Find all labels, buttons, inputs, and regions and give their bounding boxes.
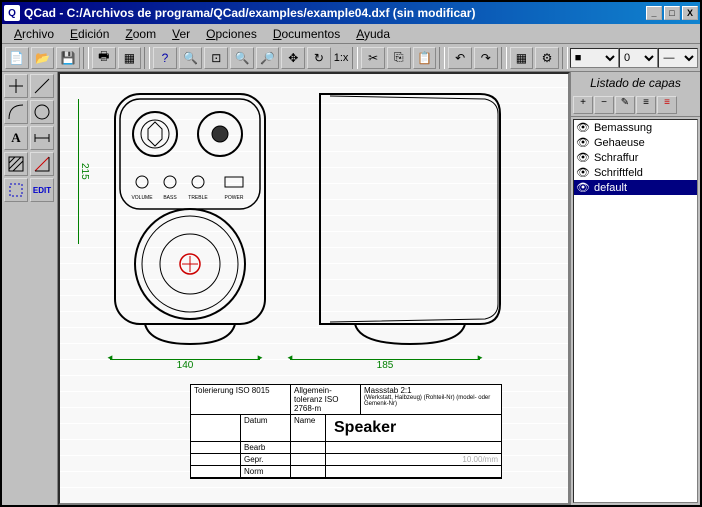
measure-tool[interactable] (30, 152, 54, 176)
open-file-button[interactable]: 📂 (31, 47, 55, 69)
titlebar[interactable]: Q QCad - C:/Archivos de programa/QCad/ex… (2, 2, 700, 24)
drawing-canvas[interactable]: VOLUME BASS TREBLE POWER (58, 72, 570, 505)
menu-ver[interactable]: Ver (164, 25, 198, 43)
copy-button[interactable]: ⎘ (387, 47, 411, 69)
layers-toolbar: + − ✎ ≡ ≡ (571, 94, 700, 117)
layers-panel: Listado de capas + − ✎ ≡ ≡ 👁 Bemassung 👁 Ge… (570, 72, 700, 505)
layer-name: Gehaeuse (594, 137, 645, 149)
layers-panel-title: Listado de capas (571, 72, 700, 94)
main-window: Q QCad - C:/Archivos de programa/QCad/ex… (0, 0, 702, 507)
dimension-width-front: 140 (110, 359, 260, 371)
layer-remove-button[interactable]: − (594, 96, 614, 114)
zoom-in-button[interactable]: 🔍 (230, 47, 254, 69)
hatch-tool[interactable] (4, 152, 28, 176)
dimension-tool[interactable] (30, 126, 54, 150)
layer-edit-button[interactable]: ✎ (615, 96, 635, 114)
grid-button[interactable]: ▦ (510, 47, 534, 69)
menu-opciones[interactable]: Opciones (198, 25, 265, 43)
menu-documentos[interactable]: Documentos (265, 25, 348, 43)
eye-icon: 👁 (576, 181, 590, 194)
maximize-button[interactable]: □ (664, 6, 680, 20)
dimension-width-side: 185 (290, 359, 480, 371)
menu-edicion[interactable]: Edición (62, 25, 117, 43)
close-button[interactable]: X (682, 6, 698, 20)
menu-archivo[interactable]: Archivo (6, 25, 62, 43)
settings-button[interactable]: ⚙ (535, 47, 559, 69)
layer-showall-button[interactable]: ≡ (636, 96, 656, 114)
text-tool[interactable]: A (4, 126, 28, 150)
redo-button[interactable]: ↷ (474, 47, 498, 69)
edit-tool[interactable]: EDIT (30, 178, 54, 202)
layer-name: default (594, 182, 627, 194)
main-toolbar: 📄 📂 💾 🖶 ▦ ? 🔍 ⊡ 🔍 🔎 ✥ ↻ 1:x ✂ ⎘ 📋 ↶ ↷ ▦ … (2, 44, 700, 72)
paste-button[interactable]: 📋 (413, 47, 437, 69)
minimize-button[interactable]: _ (646, 6, 662, 20)
zoom-extents-button[interactable]: ⊡ (204, 47, 228, 69)
eye-icon: 👁 (576, 121, 590, 134)
layer-list[interactable]: 👁 Bemassung 👁 Gehaeuse 👁 Schraffur 👁 Schriftfel… (573, 119, 698, 503)
menu-ayuda[interactable]: Ayuda (348, 25, 398, 43)
eye-icon: 👁 (576, 166, 590, 179)
select-tool[interactable] (4, 178, 28, 202)
zoom-out-button[interactable]: 🔎 (256, 47, 280, 69)
window-title: QCad - C:/Archivos de programa/QCad/exam… (24, 6, 646, 20)
layer-item[interactable]: 👁 Bemassung (574, 120, 697, 135)
zoom-window-button[interactable]: 🔍 (179, 47, 203, 69)
cut-button[interactable]: ✂ (361, 47, 385, 69)
main-area: A EDIT (2, 72, 700, 505)
refresh-button[interactable]: ↻ (307, 47, 331, 69)
print-button[interactable]: 🖶 (92, 47, 116, 69)
new-file-button[interactable]: 📄 (5, 47, 29, 69)
undo-button[interactable]: ↶ (448, 47, 472, 69)
layer-name: Schraffur (594, 152, 638, 164)
print-preview-button[interactable]: ▦ (118, 47, 142, 69)
layer-name: Schriftfeld (594, 167, 643, 179)
layer-hideall-button[interactable]: ≡ (657, 96, 677, 114)
menu-zoom[interactable]: Zoom (117, 25, 164, 43)
app-icon: Q (4, 5, 20, 21)
arc-tool[interactable] (4, 100, 28, 124)
pan-button[interactable]: ✥ (281, 47, 305, 69)
line-tool[interactable] (30, 74, 54, 98)
eye-icon: 👁 (576, 136, 590, 149)
layer-item[interactable]: 👁 Gehaeuse (574, 135, 697, 150)
eye-icon: 👁 (576, 151, 590, 164)
left-toolbox: A EDIT (2, 72, 58, 505)
circle-tool[interactable] (30, 100, 54, 124)
zoom-label: 1:x (332, 52, 351, 64)
linewidth-select[interactable]: 0 (619, 48, 658, 68)
layer-item[interactable]: 👁 Schriftfeld (574, 165, 697, 180)
help-button[interactable]: ? (153, 47, 177, 69)
color-select[interactable]: ■ (570, 48, 619, 68)
svg-text:BASS: BASS (163, 195, 177, 201)
linetype-select[interactable]: — (658, 48, 697, 68)
layer-item[interactable]: 👁 Schraffur (574, 150, 697, 165)
cad-drawing: VOLUME BASS TREBLE POWER (90, 84, 510, 354)
svg-text:TREBLE: TREBLE (188, 195, 208, 201)
menubar: Archivo Edición Zoom Ver Opciones Docume… (2, 24, 700, 44)
save-button[interactable]: 💾 (56, 47, 80, 69)
dimension-height: 215 (78, 99, 90, 244)
svg-text:VOLUME: VOLUME (131, 195, 153, 201)
layer-item[interactable]: 👁 default (574, 180, 697, 195)
layer-add-button[interactable]: + (573, 96, 593, 114)
layer-name: Bemassung (594, 122, 652, 134)
title-block: Tolerierung ISO 8015 Allgemein-toleranz … (190, 384, 502, 479)
point-tool[interactable] (4, 74, 28, 98)
svg-text:POWER: POWER (225, 195, 244, 201)
